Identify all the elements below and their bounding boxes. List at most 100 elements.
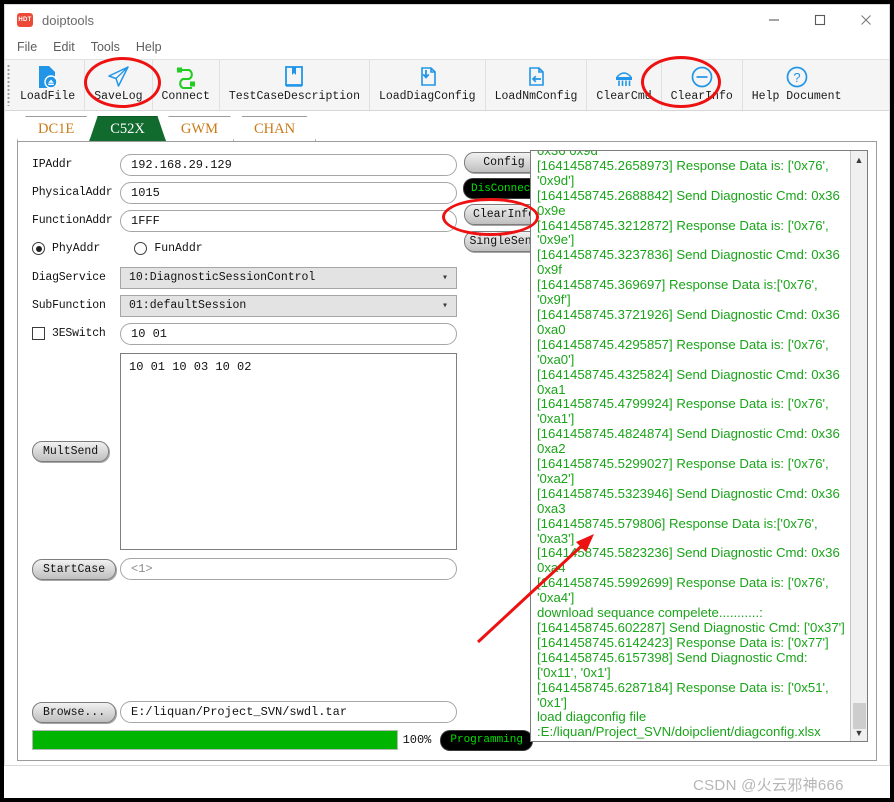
multsend-button-holder: MultSend — [32, 353, 120, 550]
file-eject-icon — [36, 63, 59, 90]
minimize-button[interactable] — [751, 5, 797, 35]
close-button[interactable] — [843, 5, 889, 35]
input-3eswitch-cmd[interactable]: 10 01 — [120, 322, 457, 345]
toolbar-label-savelog: SaveLog — [94, 90, 143, 103]
checkbox-unchecked-icon — [32, 327, 45, 340]
field-row-ipaddr: IPAddr 192.168.29.129 — [32, 152, 538, 177]
select-subfunction-value: 01:defaultSession — [129, 299, 247, 312]
input-ipaddr[interactable]: 192.168.29.129 — [120, 153, 457, 176]
minus-circle-icon — [690, 63, 714, 90]
field-row-subfunction: SubFunction 01:defaultSession ▾ — [32, 293, 538, 318]
select-diagservice[interactable]: 10:DiagnosticSessionControl ▾ — [120, 266, 457, 289]
paper-plane-icon — [106, 63, 131, 90]
menu-item-file[interactable]: File — [17, 40, 37, 54]
scroll-up-icon[interactable]: ▲ — [851, 151, 868, 168]
toolbar-label-loadfile: LoadFile — [20, 90, 76, 103]
checkbox-3eswitch[interactable]: 3ESwitch — [32, 327, 120, 340]
field-row-physicaladdr: PhysicalAddr 1015 — [32, 180, 538, 205]
question-circle-icon: ? — [785, 63, 809, 90]
addr-mode-radio-group: PhyAddr FunAddr — [32, 236, 538, 261]
input-physicaladdr[interactable]: 1015 — [120, 181, 457, 204]
hdt-app-icon: HDT — [17, 13, 33, 27]
toolbar-button-connect[interactable]: Connect — [153, 60, 220, 110]
multsend-block: MultSend 10 01 10 03 10 02 — [32, 353, 538, 550]
chevron-down-icon: ▾ — [441, 300, 448, 312]
select-subfunction[interactable]: 01:defaultSession ▾ — [120, 294, 457, 317]
radio-label-funaddr: FunAddr — [154, 242, 203, 255]
log-scrollbar[interactable]: ▲ ▼ — [850, 151, 867, 741]
menu-item-tools[interactable]: Tools — [91, 40, 120, 54]
label-physicaladdr: PhysicalAddr — [32, 186, 113, 199]
scrollbar-thumb[interactable] — [853, 703, 866, 729]
file-download-icon — [416, 63, 438, 90]
log-panel: 0x36 0x9d [1641458745.2658973] Response … — [530, 150, 868, 742]
tab-gwm[interactable]: GWM — [159, 116, 239, 141]
progress-bar — [32, 730, 398, 750]
file-import-icon — [525, 63, 547, 90]
connector-link-icon — [174, 63, 198, 90]
menu-bar: File Edit Tools Help — [5, 35, 889, 59]
toolbar-label-loadnmconfig: LoadNmConfig — [494, 90, 578, 103]
label-3eswitch: 3ESwitch — [52, 327, 106, 340]
toolbar-button-clearcmd[interactable]: ClearCmd — [587, 60, 662, 110]
multsend-button[interactable]: MultSend — [32, 441, 110, 462]
main-panel: IPAddr 192.168.29.129 PhysicalAddr 1015 … — [17, 141, 877, 761]
toolbar-label-testcasedescription: TestCaseDescription — [228, 90, 360, 103]
startcase-button-holder: StartCase — [32, 558, 120, 580]
svg-text:?: ? — [793, 70, 800, 85]
multsend-command-list[interactable]: 10 01 10 03 10 02 — [120, 353, 457, 550]
toolbar-label-clearcmd: ClearCmd — [596, 90, 652, 103]
field-row-functionaddr: FunctionAddr 1FFF — [32, 208, 538, 233]
toolbar-button-loadfile[interactable]: LoadFile — [11, 60, 86, 110]
config-form: IPAddr 192.168.29.129 PhysicalAddr 1015 … — [18, 142, 544, 760]
radio-label-phyaddr: PhyAddr — [52, 242, 101, 255]
toolbar-label-help-document: Help Document — [751, 90, 842, 103]
input-functionaddr[interactable]: 1FFF — [120, 209, 457, 232]
menu-item-help[interactable]: Help — [136, 40, 162, 54]
browse-button-holder: Browse... — [32, 701, 120, 723]
log-output[interactable]: 0x36 0x9d [1641458745.2658973] Response … — [531, 151, 850, 741]
broom-icon — [613, 63, 635, 90]
log-error-line: load diagconfig file is none — [537, 739, 692, 741]
radio-funaddr[interactable]: FunAddr — [134, 242, 203, 255]
toolbar-label-clearinfo: ClearInfo — [670, 90, 733, 103]
label-ipaddr: IPAddr — [32, 158, 73, 171]
screenshot-root: HDT doiptools File Edit Tools Help LoadF… — [0, 0, 894, 802]
book-bookmark-icon — [283, 63, 305, 90]
progress-bar-fill — [33, 731, 397, 749]
label-diagservice: DiagService — [32, 271, 106, 284]
tab-dc1e[interactable]: DC1E — [17, 116, 96, 141]
radio-phyaddr[interactable]: PhyAddr — [32, 242, 100, 255]
menu-item-edit[interactable]: Edit — [53, 40, 75, 54]
label-subfunction: SubFunction — [32, 299, 106, 312]
tab-c52x[interactable]: C52X — [89, 116, 166, 141]
toolbar-button-savelog[interactable]: SaveLog — [85, 60, 153, 110]
startcase-row: StartCase <1> — [32, 558, 538, 580]
radio-unselected-icon — [134, 242, 148, 255]
toolbar-button-help-document[interactable]: ? Help Document — [743, 60, 851, 110]
toolbar-label-loaddiagconfig: LoadDiagConfig — [378, 90, 476, 103]
browse-button[interactable]: Browse... — [32, 701, 117, 723]
chevron-down-icon: ▾ — [441, 272, 448, 284]
progress-percent-label: 100% — [402, 733, 432, 747]
programming-button[interactable]: Programming — [441, 730, 532, 750]
select-diagservice-value: 10:DiagnosticSessionControl — [129, 271, 316, 284]
toolbar-button-clearinfo[interactable]: ClearInfo — [662, 60, 743, 110]
input-file-path[interactable]: E:/liquan/Project_SVN/swdl.tar — [120, 701, 457, 723]
window-title: doiptools — [42, 12, 95, 28]
application-window: HDT doiptools File Edit Tools Help LoadF… — [4, 4, 890, 766]
startcase-button[interactable]: StartCase — [32, 558, 117, 580]
field-row-diagservice: DiagService 10:DiagnosticSessionControl … — [32, 265, 538, 290]
log-body: 0x36 0x9d [1641458745.2658973] Response … — [537, 151, 845, 740]
input-startcase[interactable]: <1> — [120, 558, 457, 580]
toolbar-button-testcasedescription[interactable]: TestCaseDescription — [220, 60, 370, 110]
title-bar: HDT doiptools — [5, 5, 889, 35]
tab-strip: DC1E C52X GWM CHAN — [17, 116, 889, 141]
maximize-button[interactable] — [797, 5, 843, 35]
progress-row: 100% Programming — [32, 730, 532, 750]
file-and-progress-block: Browse... E:/liquan/Project_SVN/swdl.tar… — [32, 701, 532, 750]
tab-chan[interactable]: CHAN — [232, 116, 317, 141]
toolbar-button-loaddiagconfig[interactable]: LoadDiagConfig — [370, 60, 486, 110]
toolbar-button-loadnmconfig[interactable]: LoadNmConfig — [486, 60, 588, 110]
radio-selected-icon — [32, 242, 45, 255]
